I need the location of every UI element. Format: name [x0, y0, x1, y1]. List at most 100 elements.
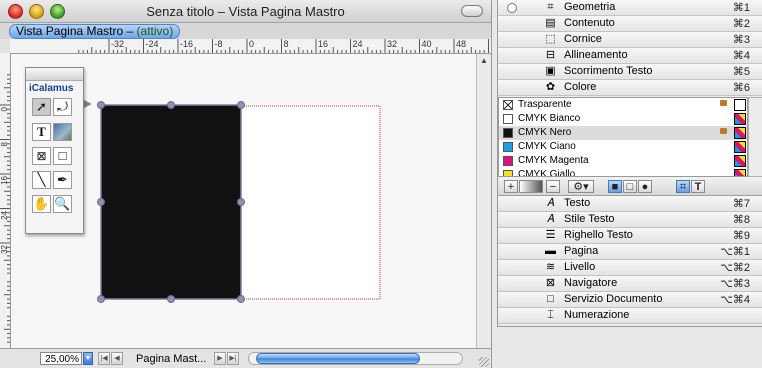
cmyk-indicator-icon — [734, 99, 746, 111]
palette-row-label: Testo — [564, 197, 591, 209]
color-row[interactable]: CMYK Bianco — [499, 112, 747, 126]
tab-master-page[interactable]: Vista Pagina Mastro – (attivo) — [9, 24, 181, 39]
palette-row-label: Stile Testo — [564, 213, 615, 225]
document-canvas[interactable]: iCalamus ➚ ⤾ T ⊠ □ ╲ ✒ ✋ 🔍 — [11, 54, 491, 348]
keyboard-shortcut: ⌘5 — [732, 66, 750, 78]
fill-mode-icon[interactable]: ■ — [608, 180, 622, 193]
cmyk-indicator-icon — [734, 113, 746, 125]
palette-row-righello-testo[interactable]: ☰ Righello Testo ⌘9 — [498, 228, 762, 244]
title-bar[interactable]: Senza titolo – Vista Pagina Mastro — [0, 0, 491, 23]
vertical-ruler[interactable]: 0 8 16 24 32 — [0, 53, 11, 348]
palette-row-stile-testo[interactable]: 𝐴 Stile Testo ⌘8 — [498, 212, 762, 228]
palette-row-testo[interactable]: 𝐴 Testo ⌘7 — [498, 196, 762, 212]
color-swatch — [503, 142, 513, 152]
cmyk-indicator-icon — [734, 141, 746, 153]
vertical-scrollbar[interactable]: ▲ — [476, 54, 491, 348]
palette-row-colore[interactable]: ✿ Colore ⌘6 — [498, 80, 762, 96]
remove-color-button[interactable]: − — [546, 180, 560, 193]
tool-palette[interactable]: iCalamus ➚ ⤾ T ⊠ □ ╲ ✒ ✋ 🔍 — [25, 67, 84, 234]
palette-row-label: Righello Testo — [564, 229, 633, 241]
lock-icon — [720, 128, 727, 134]
keyboard-shortcut: ⌥⌘3 — [720, 278, 750, 290]
rectangle-tool-icon[interactable]: □ — [53, 147, 72, 165]
palette-row-label: Geometria — [564, 1, 616, 13]
color-swatch — [503, 128, 513, 138]
hand-tool-icon[interactable]: ✋ — [32, 195, 51, 213]
zoom-dropdown-icon[interactable]: ▼ — [83, 352, 93, 365]
color-list-scrollbar[interactable] — [748, 97, 762, 177]
keyboard-shortcut: ⌘8 — [732, 214, 750, 226]
palette-row-allineamento[interactable]: ⊟ Allineamento ⌘4 — [498, 48, 762, 64]
color-options-gear-icon[interactable]: ⚙▾ — [568, 180, 594, 193]
text-target-icon[interactable]: T — [691, 180, 705, 193]
ruler-label: 24 — [0, 210, 9, 220]
palette-row-label: Livello — [564, 261, 596, 273]
palette-row-livello[interactable]: ≋ Livello ⌥⌘2 — [498, 260, 762, 276]
color-name: CMYK Bianco — [518, 113, 581, 124]
add-color-button[interactable]: + — [504, 180, 518, 193]
palette-row-label: Servizio Documento — [564, 293, 663, 305]
scroll-up-icon[interactable]: ▲ — [480, 56, 488, 65]
palette-row-geometria[interactable]: ⌗ Geometria ⌘1 — [498, 0, 762, 16]
zoom-field[interactable]: 25,00% — [40, 352, 82, 365]
vertical-ruler-ticks — [0, 74, 10, 343]
prev-page-button[interactable]: ◀ — [111, 352, 123, 365]
stroke-mode-icon[interactable]: □ — [623, 180, 637, 193]
magnifier-tool-icon[interactable]: 🔍 — [53, 195, 72, 213]
text-icon: 𝐴 — [546, 197, 555, 209]
color-list[interactable]: Trasparente CMYK Bianco CMYK Nero CMYK Cian… — [498, 97, 748, 177]
palette-row-contenuto[interactable]: ▤ Contenuto ⌘2 — [498, 16, 762, 32]
frame-target-icon[interactable]: ⌗ — [676, 180, 690, 193]
next-page-button[interactable]: ▶ — [214, 352, 226, 365]
color-swatch — [503, 170, 513, 176]
palette-row-navigatore[interactable]: ⊠ Navigatore ⌥⌘3 — [498, 276, 762, 292]
add-gradient-button[interactable] — [519, 180, 543, 193]
color-row[interactable]: CMYK Ciano — [499, 140, 747, 154]
horizontal-scroll-thumb[interactable] — [256, 353, 420, 364]
first-page-button[interactable]: |◀ — [98, 352, 110, 365]
color-row[interactable]: CMYK Magenta — [499, 154, 747, 168]
layer-icon: ≋ — [545, 261, 556, 273]
image-tool-icon[interactable] — [53, 123, 72, 141]
palette-row-pagina[interactable]: ▬ Pagina ⌥⌘1 — [498, 244, 762, 260]
text-flow-icon: ▣ — [545, 65, 556, 77]
palette-row-label: Numerazione — [564, 309, 630, 321]
rotate-tool-icon[interactable]: ⤾ — [53, 98, 72, 116]
palette-row-servizio-documento[interactable]: □ Servizio Documento ⌥⌘4 — [498, 292, 762, 308]
keyboard-shortcut: ⌥⌘4 — [720, 294, 750, 306]
palette-row-numerazione[interactable]: ⌶ Numerazione — [498, 308, 762, 324]
keyboard-shortcut: ⌘9 — [732, 230, 750, 242]
resize-grip-icon[interactable] — [479, 357, 489, 367]
ruler-label: 0 — [249, 39, 255, 49]
toolbar-toggle-button[interactable] — [461, 5, 483, 17]
color-row[interactable]: CMYK Giallo — [499, 168, 747, 176]
geometry-icon: ⌗ — [547, 1, 554, 13]
keyboard-shortcut: ⌥⌘1 — [720, 246, 750, 258]
tool-palette-titlebar[interactable] — [26, 68, 83, 81]
palette-row-scorrimento-testo[interactable]: ▣ Scorrimento Testo ⌘5 — [498, 64, 762, 80]
line-tool-icon[interactable]: ╲ — [32, 171, 51, 189]
keyboard-shortcut: ⌘6 — [732, 82, 750, 94]
palette-row-cornice[interactable]: ⬚ Cornice ⌘3 — [498, 32, 762, 48]
selected-frame[interactable] — [100, 104, 242, 300]
keyboard-shortcut: ⌘2 — [732, 18, 750, 30]
keyboard-shortcut: ⌘7 — [732, 198, 750, 210]
palette-collapse-icon[interactable] — [507, 3, 517, 13]
palette-row-label: Pagina — [564, 245, 599, 257]
palette-row-label: Allineamento — [564, 49, 628, 61]
color-swatch — [503, 114, 513, 124]
ruler-label: 8 — [0, 141, 9, 146]
color-row[interactable]: Trasparente — [499, 98, 747, 112]
cmyk-indicator-icon — [734, 127, 746, 139]
last-page-button[interactable]: ▶| — [227, 352, 239, 365]
horizontal-ruler[interactable]: -32 -24 -16 -8 0 8 16 24 32 40 48 56 — [10, 39, 491, 54]
shadow-mode-icon[interactable]: ● — [638, 180, 652, 193]
pen-tool-icon[interactable]: ✒ — [53, 171, 72, 189]
arrow-tool-icon[interactable]: ➚ — [32, 98, 51, 116]
text-tool-icon[interactable]: T — [32, 123, 51, 141]
ruler-label: 16 — [318, 39, 329, 49]
tab-status: (attivo) — [136, 24, 174, 38]
cmyk-indicator-icon — [734, 169, 746, 176]
picture-frame-tool-icon[interactable]: ⊠ — [32, 147, 51, 165]
color-row[interactable]: CMYK Nero — [499, 126, 747, 140]
